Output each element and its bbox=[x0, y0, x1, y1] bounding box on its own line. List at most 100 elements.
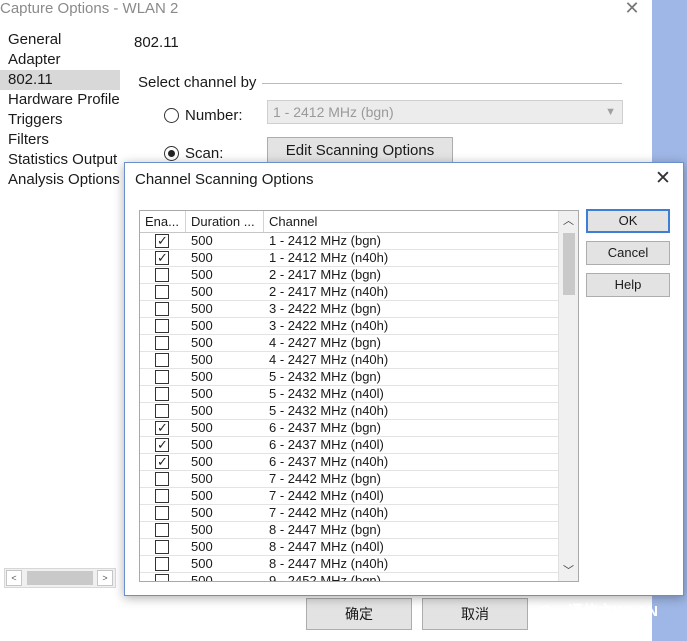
channel-cell: 7 - 2442 MHz (n40l) bbox=[269, 488, 384, 503]
list-vertical-scrollbar[interactable]: ︿ ﹀ bbox=[558, 211, 578, 581]
table-row[interactable]: 500 6 - 2437 MHz (n40h) bbox=[140, 454, 558, 471]
scrollbar-thumb[interactable] bbox=[563, 233, 575, 295]
scroll-down-icon[interactable]: ﹀ bbox=[559, 561, 578, 581]
duration-cell: 500 bbox=[191, 284, 213, 299]
ok-button[interactable]: 确定 bbox=[306, 598, 412, 630]
table-row[interactable]: 500 4 - 2427 MHz (n40h) bbox=[140, 352, 558, 369]
duration-cell: 500 bbox=[191, 454, 213, 469]
table-row[interactable]: 500 2 - 2417 MHz (n40h) bbox=[140, 284, 558, 301]
enable-checkbox[interactable] bbox=[155, 557, 169, 571]
sidebar-item-80211[interactable]: 802.11 bbox=[0, 70, 120, 90]
enable-checkbox[interactable] bbox=[155, 420, 169, 436]
table-row[interactable]: 500 6 - 2437 MHz (n40l) bbox=[140, 437, 558, 454]
enable-checkbox[interactable] bbox=[155, 540, 169, 554]
table-row[interactable]: 500 1 - 2412 MHz (n40h) bbox=[140, 250, 558, 267]
enable-checkbox[interactable] bbox=[155, 250, 169, 266]
column-header-duration[interactable]: Duration ... bbox=[186, 211, 264, 232]
sidebar-item-general[interactable]: General bbox=[0, 30, 120, 50]
table-row[interactable]: 500 5 - 2432 MHz (n40h) bbox=[140, 403, 558, 420]
duration-cell: 500 bbox=[191, 267, 213, 282]
enable-checkbox[interactable] bbox=[155, 454, 169, 470]
enable-checkbox[interactable] bbox=[155, 437, 169, 453]
table-row[interactable]: 500 7 - 2442 MHz (n40l) bbox=[140, 488, 558, 505]
scrollbar-thumb[interactable] bbox=[27, 571, 93, 585]
dialog-cancel-button[interactable]: Cancel bbox=[586, 241, 670, 265]
enable-checkbox[interactable] bbox=[155, 370, 169, 384]
table-row[interactable]: 500 6 - 2437 MHz (bgn) bbox=[140, 420, 558, 437]
sidebar-item-triggers[interactable]: Triggers bbox=[0, 110, 120, 130]
sidebar-item-analysis-options[interactable]: Analysis Options bbox=[0, 170, 120, 190]
group-divider bbox=[262, 83, 622, 84]
channel-number-value: 1 - 2412 MHz (bgn) bbox=[273, 104, 394, 120]
enable-checkbox[interactable] bbox=[155, 268, 169, 282]
table-row[interactable]: 500 4 - 2427 MHz (bgn) bbox=[140, 335, 558, 352]
table-row[interactable]: 500 1 - 2412 MHz (bgn) bbox=[140, 233, 558, 250]
table-row[interactable]: 500 8 - 2447 MHz (n40h) bbox=[140, 556, 558, 573]
duration-cell: 500 bbox=[191, 488, 213, 503]
enable-checkbox[interactable] bbox=[155, 387, 169, 401]
enable-checkbox[interactable] bbox=[155, 353, 169, 367]
channel-cell: 7 - 2442 MHz (bgn) bbox=[269, 471, 381, 486]
table-row[interactable]: 500 8 - 2447 MHz (n40l) bbox=[140, 539, 558, 556]
enable-checkbox[interactable] bbox=[155, 506, 169, 520]
channel-number-select[interactable]: 1 - 2412 MHz (bgn) ▼ bbox=[267, 100, 623, 124]
table-row[interactable]: 500 2 - 2417 MHz (bgn) bbox=[140, 267, 558, 284]
channel-cell: 4 - 2427 MHz (bgn) bbox=[269, 335, 381, 350]
sidebar-item-hardware-profiles[interactable]: Hardware Profiles bbox=[0, 90, 120, 110]
channel-rows: 500 1 - 2412 MHz (bgn) 500 1 - 2412 MHz (n4… bbox=[140, 233, 558, 581]
scroll-up-icon[interactable]: ︿ bbox=[559, 211, 578, 231]
duration-cell: 500 bbox=[191, 437, 213, 452]
dialog-title: Channel Scanning Options bbox=[135, 171, 314, 188]
sidebar-item-adapter[interactable]: Adapter bbox=[0, 50, 120, 70]
enable-checkbox[interactable] bbox=[155, 319, 169, 333]
column-header-channel[interactable]: Channel bbox=[264, 211, 558, 232]
table-row[interactable]: 500 3 - 2422 MHz (bgn) bbox=[140, 301, 558, 318]
channel-cell: 7 - 2442 MHz (n40h) bbox=[269, 505, 389, 520]
duration-cell: 500 bbox=[191, 420, 213, 435]
channel-cell: 3 - 2422 MHz (bgn) bbox=[269, 301, 381, 316]
scroll-right-icon[interactable]: > bbox=[97, 570, 113, 586]
channel-cell: 5 - 2432 MHz (n40l) bbox=[269, 386, 384, 401]
enable-checkbox[interactable] bbox=[155, 523, 169, 537]
duration-cell: 500 bbox=[191, 335, 213, 350]
table-row[interactable]: 500 5 - 2432 MHz (n40l) bbox=[140, 386, 558, 403]
duration-cell: 500 bbox=[191, 386, 213, 401]
duration-cell: 500 bbox=[191, 403, 213, 418]
watermark-csdn: CSDN @ChaserDtao bbox=[528, 618, 642, 632]
enable-checkbox[interactable] bbox=[155, 404, 169, 418]
enable-checkbox[interactable] bbox=[155, 574, 169, 581]
table-row[interactable]: 500 5 - 2432 MHz (bgn) bbox=[140, 369, 558, 386]
enable-checkbox[interactable] bbox=[155, 336, 169, 350]
close-icon[interactable]: ✕ bbox=[651, 167, 675, 191]
column-header-enabled[interactable]: Ena... bbox=[140, 211, 186, 232]
enable-checkbox[interactable] bbox=[155, 472, 169, 486]
table-row[interactable]: 500 3 - 2422 MHz (n40h) bbox=[140, 318, 558, 335]
table-row[interactable]: 500 7 - 2442 MHz (bgn) bbox=[140, 471, 558, 488]
channel-scanning-dialog: Channel Scanning Options ✕ Ena... Durati… bbox=[124, 162, 684, 596]
enable-checkbox[interactable] bbox=[155, 285, 169, 299]
table-row[interactable]: 500 7 - 2442 MHz (n40h) bbox=[140, 505, 558, 522]
cancel-button[interactable]: 取消 bbox=[422, 598, 528, 630]
dialog-ok-button[interactable]: OK bbox=[586, 209, 670, 233]
channel-list: Ena... Duration ... Channel 500 1 - 2412 … bbox=[139, 210, 579, 582]
scan-radio-label: Scan: bbox=[185, 145, 224, 162]
number-radio[interactable] bbox=[164, 108, 179, 123]
duration-cell: 500 bbox=[191, 471, 213, 486]
scan-radio[interactable] bbox=[164, 146, 179, 161]
table-row[interactable]: 500 8 - 2447 MHz (bgn) bbox=[140, 522, 558, 539]
enable-checkbox[interactable] bbox=[155, 233, 169, 249]
channel-cell: 5 - 2432 MHz (n40h) bbox=[269, 403, 389, 418]
scroll-left-icon[interactable]: < bbox=[6, 570, 22, 586]
duration-cell: 500 bbox=[191, 556, 213, 571]
dialog-help-button[interactable]: Help bbox=[586, 273, 670, 297]
channel-cell: 1 - 2412 MHz (bgn) bbox=[269, 233, 381, 248]
list-header: Ena... Duration ... Channel bbox=[140, 211, 558, 233]
edit-scanning-options-button[interactable]: Edit Scanning Options bbox=[267, 137, 453, 165]
table-row[interactable]: 500 9 - 2452 MHz (bgn) bbox=[140, 573, 558, 581]
sidebar-item-statistics-output[interactable]: Statistics Output bbox=[0, 150, 120, 170]
enable-checkbox[interactable] bbox=[155, 489, 169, 503]
close-icon[interactable]: ✕ bbox=[622, 0, 642, 18]
sidebar-horizontal-scrollbar[interactable]: < > bbox=[4, 568, 116, 588]
enable-checkbox[interactable] bbox=[155, 302, 169, 316]
sidebar-item-filters[interactable]: Filters bbox=[0, 130, 120, 150]
